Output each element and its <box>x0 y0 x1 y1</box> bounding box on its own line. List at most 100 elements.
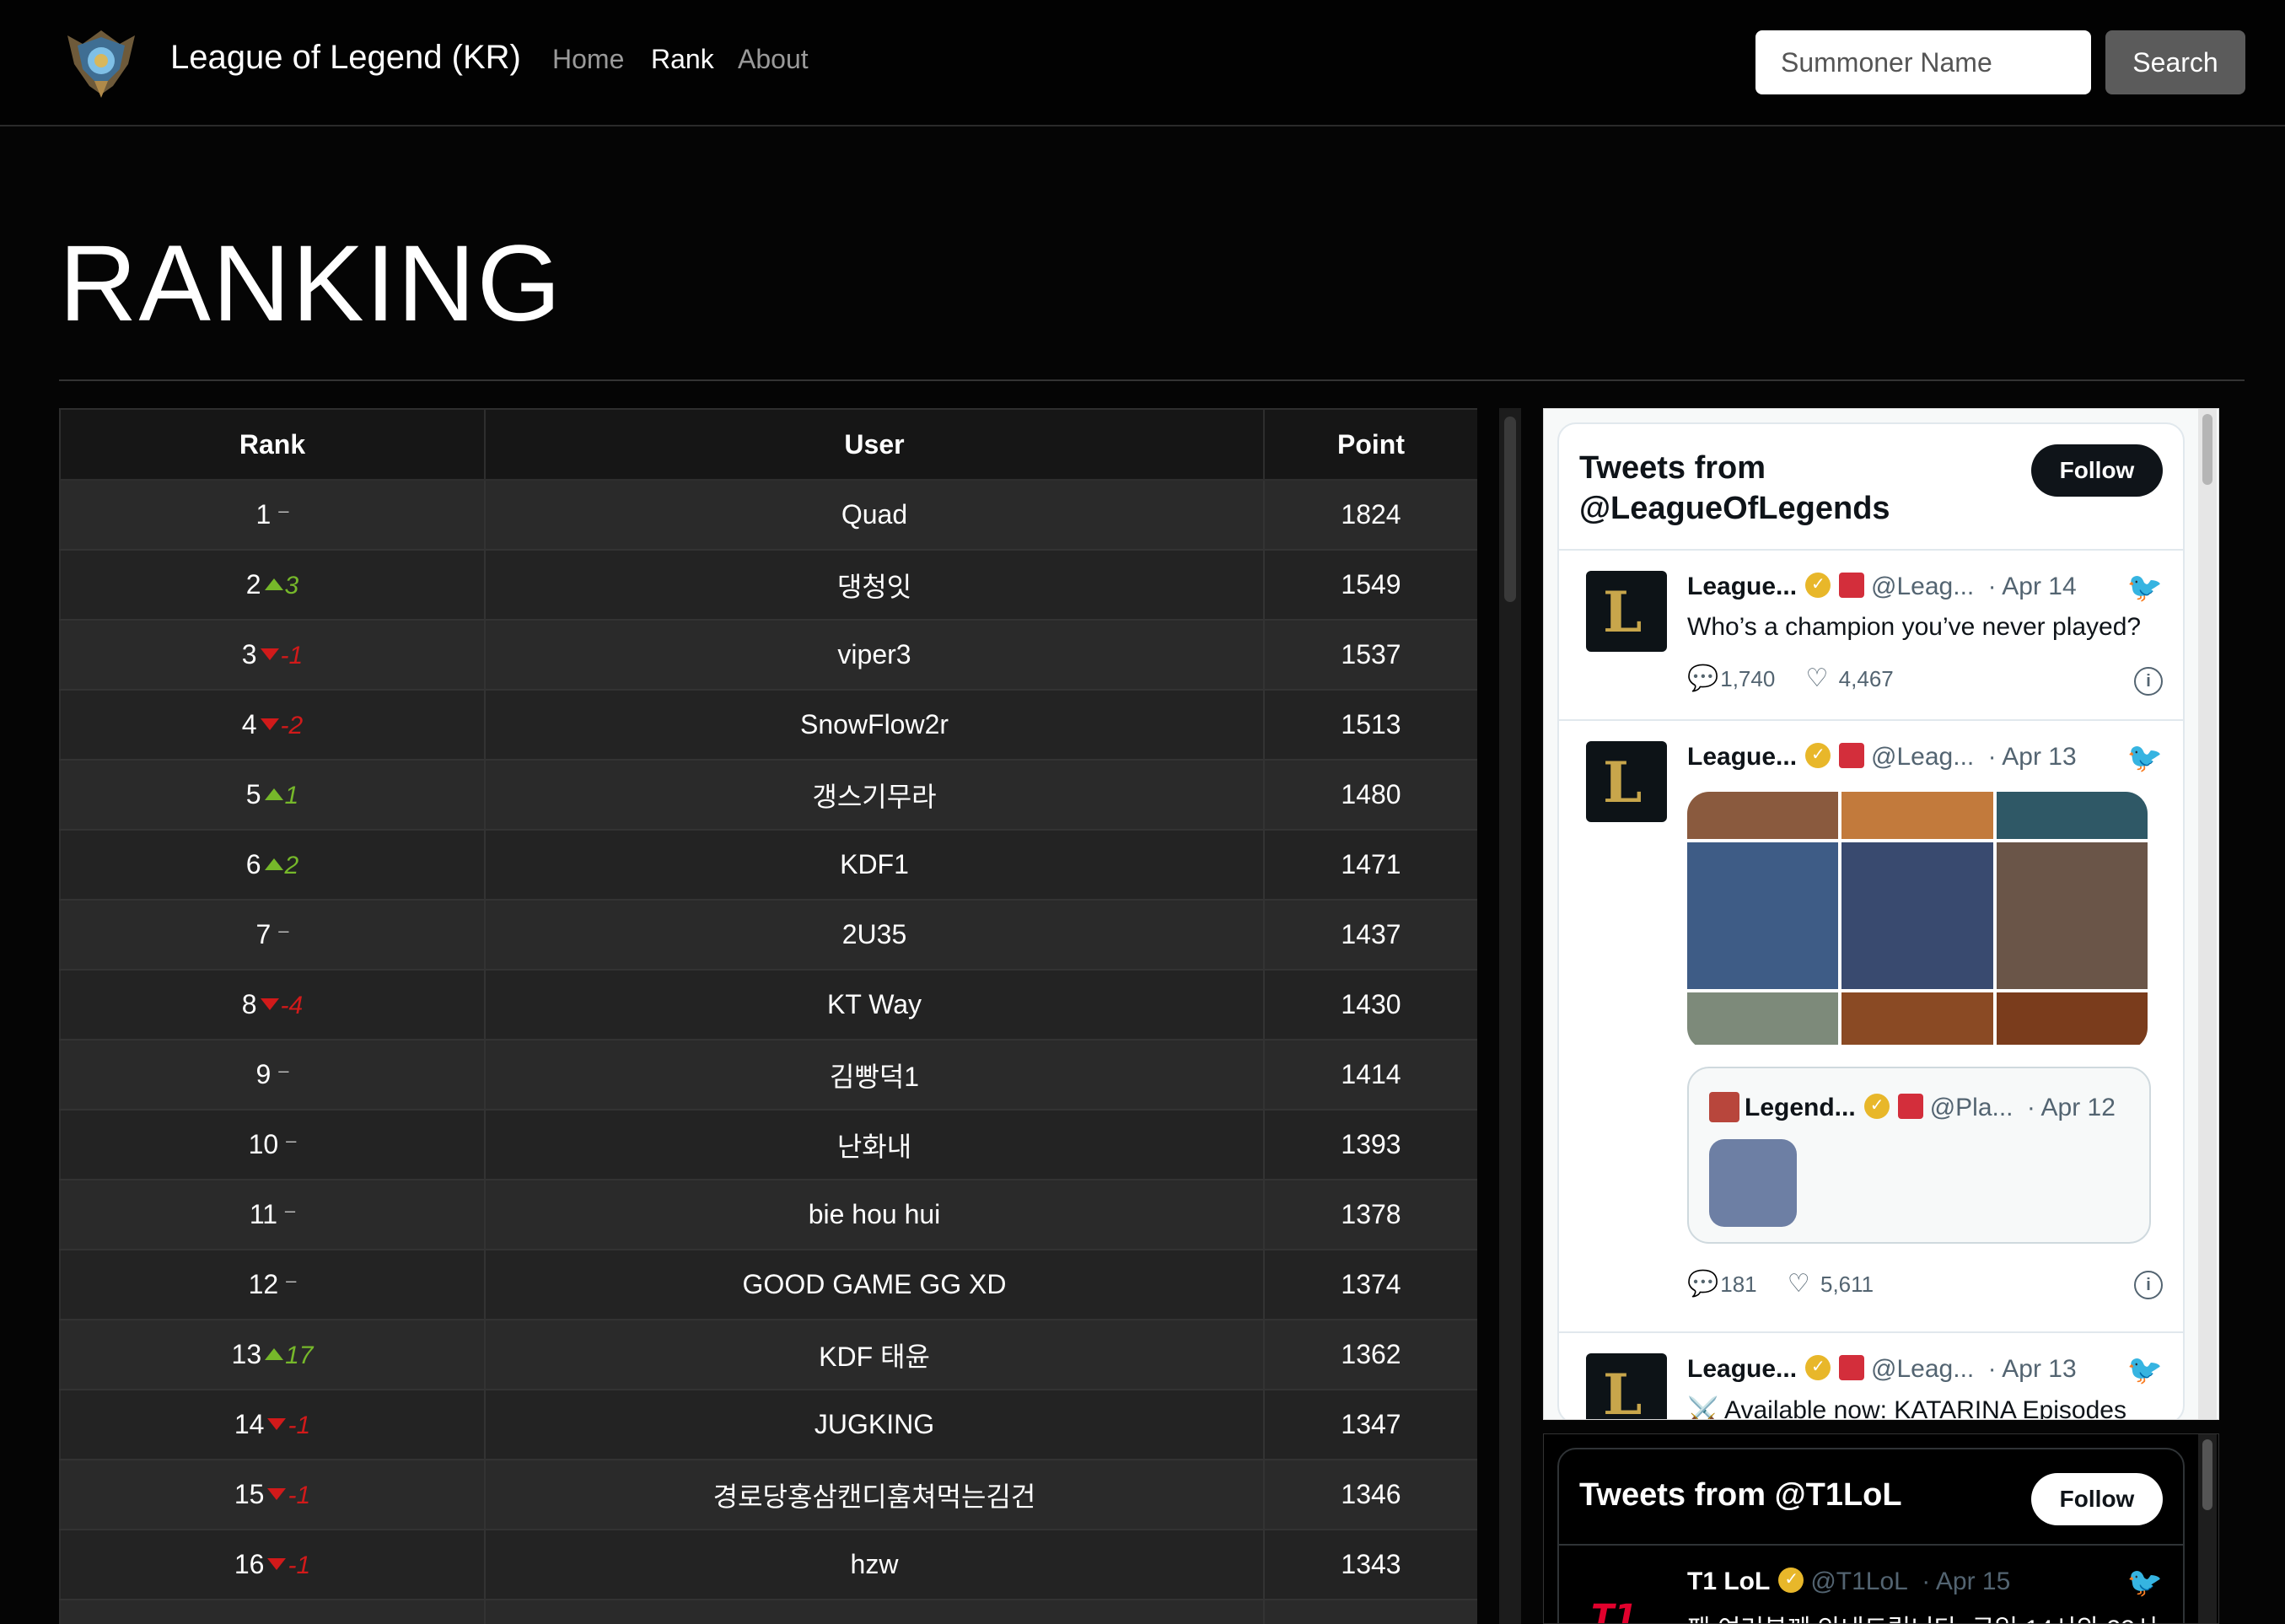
user-cell[interactable]: JUGKING <box>485 1390 1265 1460</box>
table-row[interactable]: 4 -2 SnowFlow2r 1513 <box>59 690 1477 761</box>
table-row[interactable]: 11 – bie hou hui 1378 <box>59 1180 1477 1250</box>
table-row[interactable]: 8 -4 KT Way 1430 <box>59 970 1477 1041</box>
league-avatar[interactable]: L <box>1586 571 1667 652</box>
table-row[interactable]: 7 –2U35 1437 <box>59 900 1477 971</box>
reply-icon[interactable]: 💬 <box>1687 1269 1718 1299</box>
twitter-bird-icon[interactable]: 🐦 <box>2127 1353 2163 1387</box>
media-image[interactable] <box>1841 842 1993 989</box>
media-image[interactable] <box>1841 992 1993 1045</box>
tweet-item[interactable]: L League... @Leag... · Apr 14 🐦 Who’s a c… <box>1559 551 2183 721</box>
search-button[interactable]: Search <box>2105 30 2245 94</box>
user-cell[interactable]: SnowFlow2r <box>485 690 1265 761</box>
twitter-bird-icon[interactable]: 🐦 <box>2127 741 2163 775</box>
table-row[interactable]: 10 – 난화내 1393 <box>59 1110 1477 1180</box>
table-row[interactable]: 3 -1 viper3 1537 <box>59 620 1477 691</box>
media-image[interactable] <box>1687 792 1839 839</box>
tweet-author[interactable]: T1 LoL @T1LoL · Apr 15 <box>1687 1568 2010 1596</box>
media-image[interactable] <box>1841 792 1993 839</box>
user-cell[interactable]: hzw <box>485 1530 1265 1600</box>
timeline-scrollbar[interactable] <box>2198 1434 2217 1623</box>
table-row[interactable]: 1 – Quad 1824 <box>59 480 1477 551</box>
follow-button[interactable]: Follow <box>2031 1473 2163 1525</box>
timeline-card: Tweets from @LeagueOfLegends Follow L Le… <box>1557 422 2185 1419</box>
timeline-title[interactable]: Tweets from @LeagueOfLegends <box>1579 448 1890 529</box>
table-row[interactable]: 16 -1 hzw 1343 <box>59 1530 1477 1600</box>
timeline-scrollbar-thumb[interactable] <box>2202 1439 2212 1510</box>
table-scrollbar[interactable] <box>1499 408 1521 1624</box>
like-icon[interactable]: ♡ <box>1788 1269 1815 1299</box>
tweet-item[interactable]: L League... @Leag... · Apr 13 🐦 Legend...… <box>1559 721 2183 1333</box>
media-image[interactable] <box>1687 842 1839 989</box>
timeline-title[interactable]: Tweets from @T1LoL <box>1579 1475 1902 1515</box>
point-cell: 1414 <box>1264 1040 1477 1110</box>
media-image[interactable] <box>1996 842 2148 989</box>
like-icon[interactable]: ♡ <box>1805 664 1832 693</box>
table-row[interactable]: 14 -1 JUGKING 1347 <box>59 1390 1477 1460</box>
quoted-media-thumbnail[interactable] <box>1709 1139 1797 1227</box>
user-cell[interactable]: GOOD GAME GG XD <box>485 1250 1265 1320</box>
timeline-scrollbar-thumb[interactable] <box>2202 414 2212 485</box>
media-image[interactable] <box>1996 992 2148 1045</box>
tweet-media-grid[interactable] <box>1687 792 2148 1050</box>
t1-avatar[interactable]: T1 <box>1586 1566 1667 1623</box>
nav-link-about[interactable]: About <box>738 44 809 75</box>
user-cell[interactable]: 경로당홍삼캔디훔쳐먹는김건 <box>485 1460 1265 1530</box>
table-row[interactable]: 12 – GOOD GAME GG XD 1374 <box>59 1250 1477 1320</box>
twitter-bird-icon[interactable]: 🐦 <box>2127 1566 2163 1600</box>
user-cell[interactable]: 갱스기무라 <box>485 760 1265 831</box>
table-row[interactable]: 5 1 갱스기무라 1480 <box>59 760 1477 831</box>
user-cell[interactable]: bie hou hui <box>485 1180 1265 1250</box>
league-avatar[interactable]: L <box>1586 741 1667 822</box>
table-row[interactable]: 6 2 KDF1 1471 <box>59 830 1477 901</box>
tweet-item[interactable]: T1 T1 LoL @T1LoL · Apr 15 🐦 팬 여러분께 안내드립니다… <box>1559 1546 2183 1623</box>
brand-title[interactable]: League of Legend (KR) <box>170 39 521 77</box>
table-row[interactable]: 9 – 김빵덕1 1414 <box>59 1040 1477 1110</box>
league-avatar[interactable]: L <box>1586 1353 1667 1419</box>
tweet-date[interactable]: · Apr 13 <box>1988 1355 2077 1383</box>
tweet-date[interactable]: · Apr 15 <box>1922 1568 2010 1595</box>
rank-cell: 3 -1 <box>59 620 486 691</box>
nav-link-rank[interactable]: Rank <box>651 44 714 75</box>
tweet-author[interactable]: League... @Leag... · Apr 13 <box>1687 743 2077 772</box>
rank-number: 6 <box>245 849 261 879</box>
user-cell[interactable]: Quad <box>485 480 1265 551</box>
tweet-date[interactable]: · Apr 13 <box>1988 743 2077 771</box>
table-row[interactable]: 15 -1 경로당홍삼캔디훔쳐먹는김건 1346 <box>59 1460 1477 1530</box>
table-row[interactable]: 17 –JUG CaD1340 <box>59 1600 1477 1624</box>
timeline-scrollbar[interactable] <box>2198 409 2217 1419</box>
media-image[interactable] <box>1996 792 2148 839</box>
rank-cell: 23 <box>59 550 486 621</box>
rank-change: -2 <box>280 712 304 739</box>
user-cell[interactable]: KDF 태윤 <box>485 1320 1265 1390</box>
summoner-search-input[interactable] <box>1755 30 2091 94</box>
user-cell[interactable]: 댕청잇 <box>485 550 1265 621</box>
tweet-author[interactable]: League... @Leag... · Apr 14 <box>1687 573 2077 601</box>
twitter-bird-icon[interactable]: 🐦 <box>2127 571 2163 605</box>
tweet-item[interactable]: L League... @Leag... · Apr 13 🐦 ⚔️ Availa… <box>1559 1333 2183 1419</box>
follow-button[interactable]: Follow <box>2031 444 2163 497</box>
rank-number: 12 <box>248 1269 279 1299</box>
header-point[interactable]: Point <box>1264 408 1477 481</box>
quoted-tweet[interactable]: Legend... @Pla... · Apr 12 <box>1687 1067 2151 1244</box>
table-scrollbar-thumb[interactable] <box>1504 417 1516 602</box>
user-cell[interactable]: 김빵덕1 <box>485 1040 1265 1110</box>
table-row[interactable]: 2 3 댕청잇 1549 <box>59 550 1477 621</box>
info-icon[interactable]: i <box>2134 667 2163 696</box>
user-cell[interactable]: 2U35 <box>485 900 1265 971</box>
rank-down-icon <box>267 1558 287 1570</box>
tweet-date[interactable]: · Apr 14 <box>1988 573 2077 600</box>
user-cell[interactable]: KDF1 <box>485 830 1265 901</box>
table-row[interactable]: 13 17 KDF 태윤 1362 <box>59 1320 1477 1390</box>
nav-link-home[interactable]: Home <box>552 44 624 75</box>
user-cell[interactable]: KT Way <box>485 970 1265 1041</box>
user-cell[interactable]: 난화내 <box>485 1110 1265 1180</box>
header-rank[interactable]: Rank <box>59 408 486 481</box>
tweet-author[interactable]: League... @Leag... · Apr 13 <box>1687 1355 2077 1384</box>
reply-icon[interactable]: 💬 <box>1687 664 1718 693</box>
challenger-emblem-icon[interactable] <box>61 27 142 98</box>
user-cell[interactable]: JUG CaD <box>485 1600 1265 1624</box>
header-user[interactable]: User <box>485 408 1265 481</box>
media-image[interactable] <box>1687 992 1839 1045</box>
info-icon[interactable]: i <box>2134 1271 2163 1299</box>
user-cell[interactable]: viper3 <box>485 620 1265 691</box>
